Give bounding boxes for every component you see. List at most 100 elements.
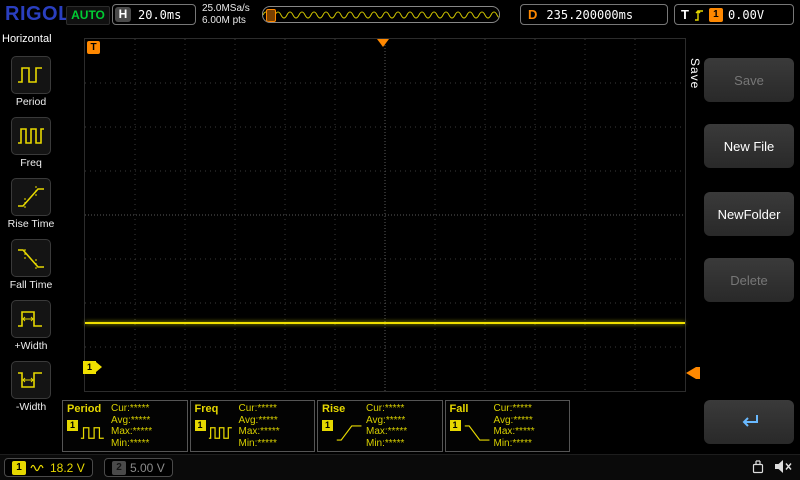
delay-label: D <box>528 7 538 22</box>
avg-value: Avg:***** <box>366 414 406 426</box>
horizontal-timebase-box[interactable]: H 20.0ms <box>112 4 196 25</box>
top-bar: RIGOL AUTO H 20.0ms 25.0MSa/s 6.00M pts … <box>0 0 800 30</box>
sidebar-item-rise-time[interactable]: Rise Time <box>7 178 55 230</box>
freq-icon <box>11 117 51 155</box>
fall-time-icon <box>11 239 51 277</box>
preview-waveform-icon <box>263 11 499 19</box>
sidebar-title: Horizontal <box>2 33 52 45</box>
trigger-source-badge: 1 <box>708 7 723 22</box>
channel1-ground-marker: 1 <box>83 361 102 374</box>
sample-rate-text: 25.0MSa/s <box>202 3 250 14</box>
measurement-values: Cur:***** Avg:***** Max:***** Min:***** <box>111 403 152 449</box>
measurement-fall[interactable]: Fall 1 Cur:***** Avg:***** Max:***** Min… <box>444 400 570 452</box>
waveform-display: T 1 <box>83 38 700 392</box>
measurement-name: Rise <box>322 403 346 415</box>
sidebar-item-label: +Width <box>14 340 48 352</box>
horizontal-label: H <box>115 7 131 22</box>
min-value: Min:***** <box>493 437 532 449</box>
channel-number-badge: 2 <box>112 460 126 475</box>
min-value: Min:***** <box>366 437 405 449</box>
sidebar-item-neg-width[interactable]: -Width <box>11 361 51 413</box>
min-value: Min:***** <box>238 437 277 449</box>
timebase-value: 20.0ms <box>138 7 182 22</box>
oscilloscope-screen: RIGOL AUTO H 20.0ms 25.0MSa/s 6.00M pts … <box>0 0 800 480</box>
delete-button[interactable]: Delete <box>704 258 794 302</box>
channel-scale: 5.00 V <box>130 460 165 475</box>
trigger-box[interactable]: T 1 0.00V <box>674 4 794 25</box>
channel-badge: 1 <box>194 420 206 431</box>
measurement-values: Cur:***** Avg:***** Max:***** Min:***** <box>494 403 535 449</box>
sidebar-item-period[interactable]: Period <box>11 56 51 108</box>
sidebar-item-label: -Width <box>15 401 47 413</box>
measurement-values: Cur:***** Avg:***** Max:***** Min:***** <box>239 403 280 449</box>
measurement-name: Period <box>67 403 102 415</box>
channel1-trace <box>85 322 685 324</box>
rigol-logo: RIGOL <box>5 3 71 25</box>
status-bar: 1 18.2 V 2 5.00 V <box>0 454 800 480</box>
channel-badge: 1 <box>67 420 78 431</box>
delay-box[interactable]: D 235.200000ms <box>520 4 668 25</box>
new-folder-button[interactable]: NewFolder <box>704 192 794 236</box>
sidebar-item-label: Rise Time <box>7 218 55 230</box>
trigger-offset-marker: T <box>87 41 100 54</box>
max-value: Max:***** <box>111 426 153 437</box>
left-sidebar: Horizontal Period Freq Rise Time Fall Ti… <box>0 30 62 480</box>
sidebar-item-fall-time[interactable]: Fall Time <box>9 239 53 291</box>
channel-waveform-icon <box>30 464 44 471</box>
status-icons <box>750 459 794 474</box>
trigger-slope-icon <box>694 9 703 21</box>
measurement-rise[interactable]: Rise 1 Cur:***** Avg:***** Max:***** Min… <box>317 400 443 452</box>
sidebar-item-pos-width[interactable]: +Width <box>11 300 51 352</box>
max-value: Max:***** <box>493 426 535 437</box>
enter-button[interactable] <box>704 400 794 444</box>
cur-value: Cur:***** <box>238 403 277 414</box>
period-icon <box>80 427 104 439</box>
rise-time-icon <box>11 178 51 216</box>
min-value: Min:***** <box>111 437 150 449</box>
channel-badge: 1 <box>449 420 461 431</box>
cur-value: Cur:***** <box>493 403 532 414</box>
sidebar-item-label: Fall Time <box>9 279 53 291</box>
trigger-position-marker-icon <box>377 39 389 47</box>
max-value: Max:***** <box>366 426 408 437</box>
trigger-label: T <box>681 7 689 22</box>
channel1-chip[interactable]: 1 18.2 V <box>4 458 93 477</box>
grid-lines <box>85 39 685 391</box>
measurement-freq[interactable]: Freq 1 Cur:***** Avg:***** Max:***** Min… <box>189 400 315 452</box>
return-arrow-icon <box>742 415 758 427</box>
measurement-name: Freq <box>194 403 219 415</box>
run-status-badge: AUTO <box>66 6 110 25</box>
avg-value: Avg:***** <box>111 414 151 426</box>
acquisition-info: 25.0MSa/s 6.00M pts <box>202 3 250 27</box>
trigger-level-value: 0.00V <box>727 7 765 22</box>
fall-icon <box>464 425 489 441</box>
measurement-period[interactable]: Period 1 Cur:***** Avg:***** Max:***** M… <box>62 400 188 452</box>
memory-depth-text: 6.00M pts <box>202 15 246 26</box>
speaker-icon <box>775 460 792 473</box>
avg-value: Avg:***** <box>238 414 278 426</box>
plus-width-icon <box>11 300 51 338</box>
channel-badge: 1 <box>322 420 333 431</box>
minus-width-icon <box>11 361 51 399</box>
freq-icon <box>208 427 232 439</box>
usb-icon <box>752 460 764 474</box>
cur-value: Cur:***** <box>366 403 405 414</box>
channel2-chip[interactable]: 2 5.00 V <box>104 458 173 477</box>
channel-scale: 18.2 V <box>50 460 85 475</box>
avg-value: Avg:***** <box>493 414 533 426</box>
waveform-preview[interactable] <box>262 6 500 23</box>
soft-menu-panel: Save Save New File NewFolder Delete <box>686 30 800 480</box>
period-icon <box>11 56 51 94</box>
delay-value: 235.200000ms <box>546 7 634 22</box>
save-button[interactable]: Save <box>704 58 794 102</box>
cur-value: Cur:***** <box>111 403 150 414</box>
menu-tab-save: Save <box>688 58 702 90</box>
rise-icon <box>336 425 362 441</box>
measurement-name: Fall <box>449 403 469 415</box>
new-file-button[interactable]: New File <box>704 124 794 168</box>
memory-window-bracket-icon <box>266 9 276 22</box>
measurement-values: Cur:***** Avg:***** Max:***** Min:***** <box>366 403 407 449</box>
channel-number-badge: 1 <box>12 460 26 475</box>
sidebar-item-label: Period <box>15 96 47 108</box>
sidebar-item-freq[interactable]: Freq <box>11 117 51 169</box>
